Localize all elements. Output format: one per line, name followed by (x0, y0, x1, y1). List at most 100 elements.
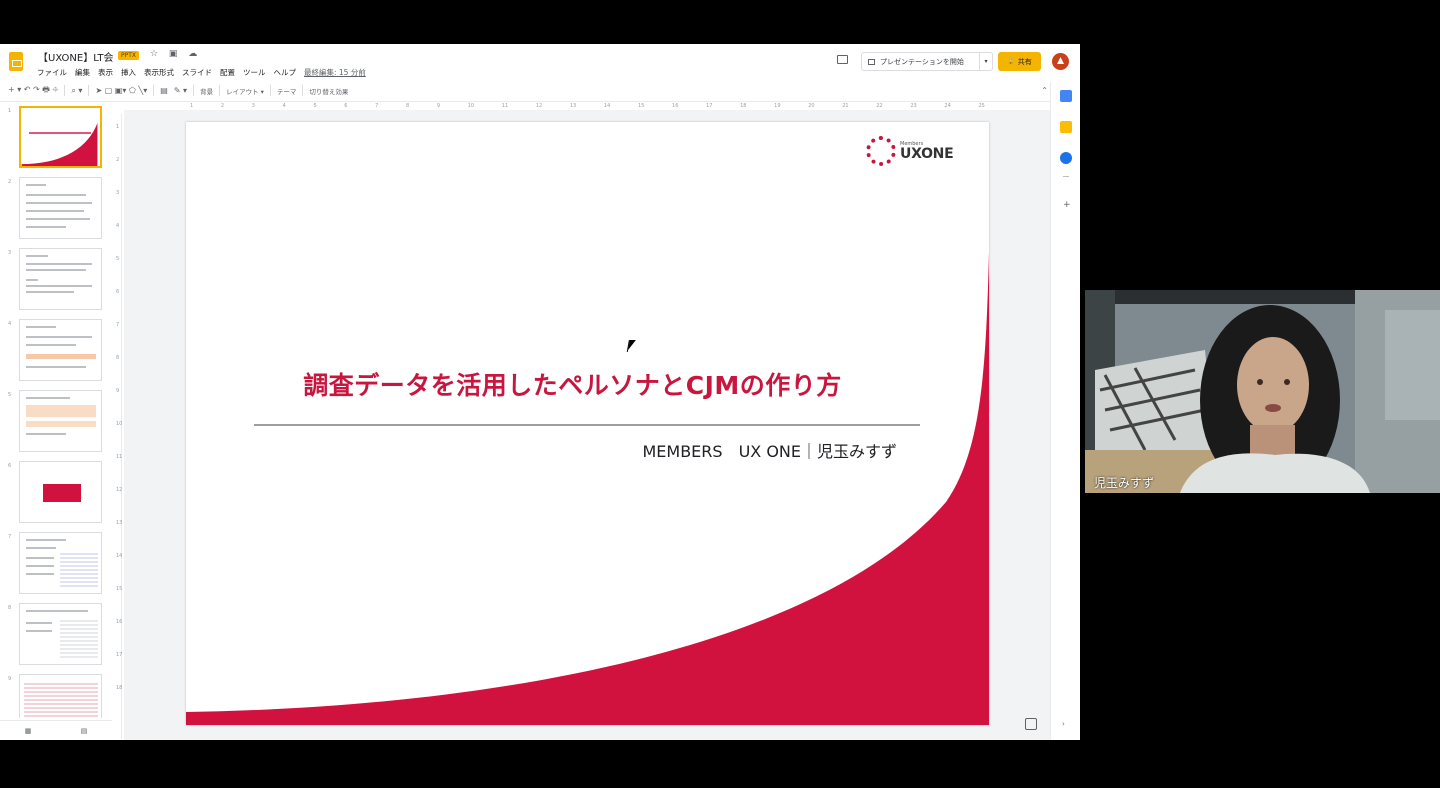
chevron-right-icon[interactable]: › (1062, 720, 1065, 728)
thumbnail-line (26, 263, 92, 265)
thumbnail-line (26, 269, 86, 271)
keep-icon[interactable] (1060, 121, 1072, 133)
new-undo-redo-print-icons[interactable]: + ▾ ↶ ↷ 🖶 ⌖ (8, 84, 58, 98)
slide-subtitle[interactable]: MEMBERS UX ONE｜児玉みすず (642, 438, 897, 462)
ruler-tick: 3 (116, 190, 120, 196)
slide-thumbnail-6[interactable] (19, 461, 102, 523)
comment-history-icon[interactable] (837, 55, 848, 64)
horizontal-ruler: 1 2 3 4 5 6 7 8 9 10 11 12 13 14 15 16 17 18 19 20 21 22 23 24 2… (190, 103, 985, 110)
layout-button[interactable]: レイアウト ▾ (226, 86, 264, 96)
ruler-tick: 17 (706, 103, 713, 109)
present-dropdown-icon[interactable]: ▾ (979, 53, 992, 70)
ruler-tick: 22 (876, 103, 883, 109)
thumbnail-table (24, 681, 98, 718)
slide-thumbnail-8[interactable] (19, 603, 102, 665)
toolbar-divider (219, 85, 221, 96)
mouse-cursor-icon (628, 340, 636, 350)
slide-thumbnail-5[interactable] (19, 390, 102, 452)
thumbnail-line (26, 202, 92, 204)
menu-tools[interactable]: ツール (243, 67, 266, 78)
thumbnail-red-block (43, 484, 81, 502)
collapse-toolbar-icon[interactable]: ⌃ (1041, 86, 1048, 95)
menu-edit[interactable]: 編集 (75, 67, 90, 78)
add-addon-icon[interactable]: + (1063, 200, 1071, 210)
document-title[interactable]: 【UXONE】LT会 (38, 49, 114, 64)
comment-icon[interactable]: ▤ (160, 86, 168, 95)
toolbar-bottom-border (0, 101, 1050, 102)
participant-video: 児玉みすず (1085, 290, 1440, 493)
ruler-tick: 23 (910, 103, 917, 109)
ruler-tick: 8 (116, 355, 120, 361)
slide-number: 7 (8, 534, 12, 540)
menu-slide[interactable]: スライド (182, 67, 212, 78)
slide-1[interactable]: Members UXONE 調査データを活用したペルソナとCJMの作り方 MEM… (186, 122, 989, 725)
calendar-icon[interactable] (1060, 90, 1072, 102)
ruler-tick: 15 (637, 103, 645, 109)
menu-arrange[interactable]: 配置 (220, 67, 235, 78)
ruler-tick: 6 (116, 289, 120, 295)
ruler-tick: 4 (116, 223, 120, 229)
present-button[interactable]: プレゼンテーションを開始 ▾ (861, 52, 993, 71)
ruler-tick: 1 (116, 124, 120, 130)
slide-thumbnail-4[interactable] (19, 319, 102, 381)
pen-icon[interactable]: ✎ ▾ (174, 86, 187, 95)
last-edit-link[interactable]: 最終編集: 15 分前 (304, 67, 366, 78)
thumbnail-line (26, 291, 74, 293)
ruler-tick: 21 (842, 103, 849, 109)
theme-button[interactable]: テーマ (277, 86, 297, 96)
slide-thumbnail-3[interactable] (19, 248, 102, 310)
menu-file[interactable]: ファイル (37, 67, 67, 78)
menu-bar: ファイル 編集 表示 挿入 表示形式 スライド 配置 ツール ヘルプ 最終編集:… (37, 67, 366, 78)
ruler-tick: 9 (436, 103, 441, 109)
video-frame (1085, 290, 1440, 493)
slides-app-icon[interactable] (9, 52, 23, 71)
menu-view[interactable]: 表示 (98, 67, 113, 78)
toolbar-divider (193, 85, 195, 96)
slide-number: 4 (8, 321, 12, 327)
slide-thumbnail-2[interactable] (19, 177, 102, 239)
ruler-tick: 11 (501, 103, 509, 109)
thumbnail-line (26, 622, 52, 624)
slide-number: 5 (8, 392, 12, 398)
menu-insert[interactable]: 挿入 (121, 67, 136, 78)
slide-thumbnail-7[interactable] (19, 532, 102, 594)
slide-thumbnail-1[interactable] (19, 106, 102, 168)
ruler-tick: 2 (116, 157, 120, 163)
tasks-icon[interactable] (1060, 152, 1072, 164)
lock-icon: 🔒 (1007, 58, 1015, 65)
ruler-tick: 10 (467, 103, 475, 109)
toolbar-divider (153, 85, 155, 96)
menu-format[interactable]: 表示形式 (144, 67, 174, 78)
menu-help[interactable]: ヘルプ (274, 67, 297, 78)
thumbnail-table (60, 553, 98, 587)
star-move-cloud-icons[interactable]: ☆ ▣ ☁ (150, 49, 201, 59)
background-button[interactable]: 背景 (200, 86, 213, 96)
thumbnail-line (26, 210, 84, 212)
logo-text: Members UXONE (900, 141, 954, 161)
ruler-tick: 8 (406, 103, 410, 109)
ruler-tick: 16 (672, 103, 679, 109)
transition-button[interactable]: 切り替え効果 (309, 86, 348, 96)
thumbnail-line (26, 326, 56, 328)
grid-view-icon[interactable]: ▤ (81, 727, 88, 735)
participant-name: 児玉みすず (1094, 476, 1155, 490)
filmstrip-view-icon[interactable]: ▦ (25, 727, 32, 735)
zoom-icon[interactable]: ⌕ ▾ (71, 86, 82, 96)
ruler-tick: 15 (116, 586, 123, 592)
thumbnail-line (26, 255, 48, 257)
thumbnail-line (26, 573, 54, 575)
thumbnail-line (26, 279, 38, 281)
explore-icon[interactable] (1025, 718, 1037, 730)
thumbnail-line (26, 194, 86, 196)
present-icon (868, 58, 875, 65)
ruler-tick: 6 (344, 103, 348, 109)
ruler-tick: 17 (116, 652, 123, 658)
slide-title[interactable]: 調査データを活用したペルソナとCJMの作り方 (186, 366, 989, 402)
toolbar-divider (302, 85, 304, 96)
share-button[interactable]: 🔒 共有 (998, 52, 1041, 71)
avatar[interactable] (1052, 53, 1069, 70)
select-shape-line-tools[interactable]: ➤ ▢ ▣▾ ⬠ ╲▾ (95, 86, 147, 95)
slide-thumbnail-9[interactable] (19, 674, 102, 718)
ruler-tick: 16 (116, 619, 123, 625)
toolbar: + ▾ ↶ ↷ 🖶 ⌖ ⌕ ▾ ➤ ▢ ▣▾ ⬠ ╲▾ ▤ ✎ ▾ 背景 レイア… (8, 82, 1048, 99)
